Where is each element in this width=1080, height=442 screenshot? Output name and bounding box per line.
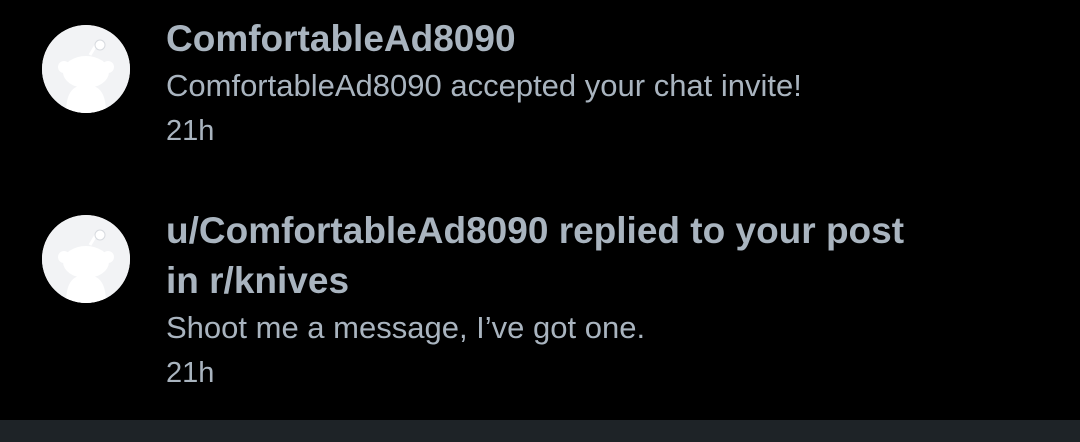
- user-avatar[interactable]: [42, 215, 130, 303]
- notification-timestamp: 21h: [166, 115, 215, 147]
- user-avatar[interactable]: [42, 25, 130, 113]
- notification-title: ComfortableAd8090: [166, 18, 516, 59]
- notification-text: u/ComfortableAd8090 replied to your post…: [166, 206, 1040, 396]
- bottom-bar: [0, 420, 1080, 442]
- reddit-snoo-icon: [42, 25, 130, 113]
- notification-feed: ComfortableAd8090 ComfortableAd8090 acce…: [0, 0, 1080, 420]
- notification-text: ComfortableAd8090 ComfortableAd8090 acce…: [166, 14, 1040, 154]
- notification-body: ComfortableAd8090 accepted your chat inv…: [166, 68, 802, 103]
- notification-timestamp: 21h: [166, 357, 215, 389]
- reddit-snoo-icon: [42, 215, 130, 303]
- notification-title: u/ComfortableAd8090 replied to your post…: [166, 210, 905, 301]
- notification-item[interactable]: u/ComfortableAd8090 replied to your post…: [0, 190, 1080, 420]
- notification-body: Shoot me a message, I’ve got one.: [166, 310, 646, 345]
- notification-item[interactable]: ComfortableAd8090 ComfortableAd8090 acce…: [0, 0, 1080, 190]
